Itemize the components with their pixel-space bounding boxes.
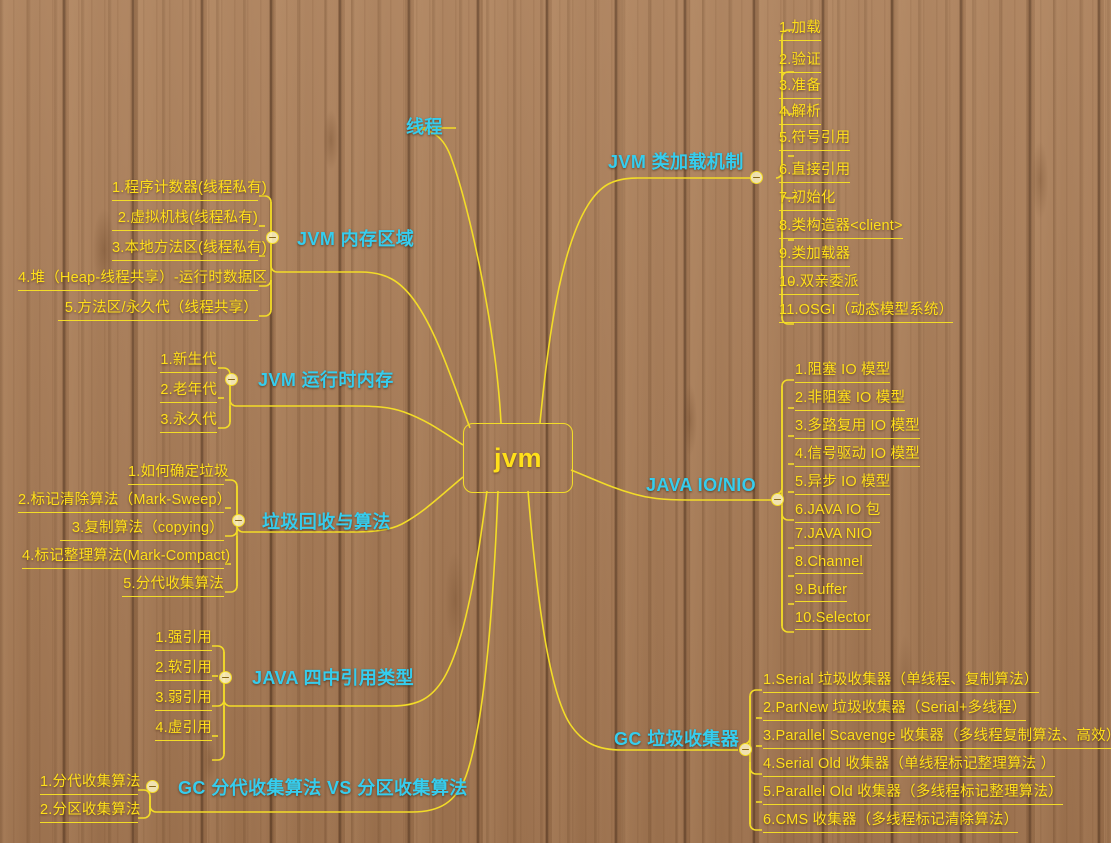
leaf-item[interactable]: 3.弱引用 <box>155 686 212 711</box>
collapse-toggle-java-io-nio[interactable] <box>771 493 784 506</box>
collapse-toggle-class-loading[interactable] <box>750 171 763 184</box>
branch-title-class-loading[interactable]: JVM 类加载机制 <box>608 148 744 174</box>
leaf-item[interactable]: 1.Serial 垃圾收集器（单线程、复制算法） <box>763 668 1039 693</box>
leaf-item[interactable]: 2.验证 <box>779 48 821 73</box>
leaf-item[interactable]: 3.永久代 <box>160 408 217 433</box>
leaf-item[interactable]: 4.信号驱动 IO 模型 <box>795 442 920 467</box>
leaf-item[interactable]: 7.初始化 <box>779 186 836 211</box>
leaf-item[interactable]: 1.强引用 <box>155 626 212 651</box>
leaf-item[interactable]: 5.方法区/永久代（线程共享） <box>58 296 258 321</box>
leaf-item[interactable]: 11.OSGI（动态模型系统） <box>779 298 954 323</box>
leaf-item[interactable]: 6.CMS 收集器（多线程标记清除算法） <box>763 808 1019 833</box>
leaf-item[interactable]: 5.分代收集算法 <box>122 572 224 597</box>
leaf-item[interactable]: 3.本地方法区(线程私有) <box>112 236 267 261</box>
leaf-item[interactable]: 5.Parallel Old 收集器（多线程标记整理算法） <box>763 780 1063 805</box>
leaf-item[interactable]: 1.加载 <box>779 16 821 41</box>
leaf-item[interactable]: 10.双亲委派 <box>779 270 859 295</box>
leaf-item[interactable]: 5.异步 IO 模型 <box>795 470 891 495</box>
leaf-item[interactable]: 9.类加载器 <box>779 242 851 267</box>
leaf-item[interactable]: 3.多路复用 IO 模型 <box>795 414 920 439</box>
leaf-item[interactable]: 2.虚拟机栈(线程私有) <box>112 206 258 231</box>
leaf-item[interactable]: 3.复制算法（copying） <box>60 516 224 541</box>
branch-title-runtime-memory[interactable]: JVM 运行时内存 <box>258 366 394 392</box>
leaf-item[interactable]: 4.Serial Old 收集器（单线程标记整理算法 ） <box>763 752 1056 777</box>
leaf-item[interactable]: 2.分区收集算法 <box>40 798 141 823</box>
leaf-item[interactable]: 4.标记整理算法(Mark-Compact) <box>22 544 230 569</box>
leaf-item[interactable]: 1.新生代 <box>160 348 217 373</box>
leaf-item[interactable]: 2.老年代 <box>160 378 217 403</box>
branch-title-java-io-nio[interactable]: JAVA IO/NIO <box>646 475 756 496</box>
leaf-item[interactable]: 2.标记清除算法（Mark-Sweep） <box>18 488 231 513</box>
leaf-item[interactable]: 3.准备 <box>779 74 821 99</box>
collapse-toggle-gc-collectors[interactable] <box>739 743 752 756</box>
leaf-item[interactable]: 6.直接引用 <box>779 158 851 183</box>
leaf-item[interactable]: 4.虚引用 <box>155 716 212 741</box>
branch-title-gc-algorithms[interactable]: 垃圾回收与算法 <box>262 508 391 534</box>
branch-title-memory-area[interactable]: JVM 内存区域 <box>297 225 414 251</box>
mindmap-canvas: jvm 线程 JVM 类加载机制 1.加载 2.验证 3.准备 4.解析 5.符… <box>0 0 1111 843</box>
leaf-item[interactable]: 4.堆（Heap-线程共享）-运行时数据区 <box>18 266 267 291</box>
leaf-item[interactable]: 9.Buffer <box>795 582 848 602</box>
leaf-item[interactable]: 2.非阻塞 IO 模型 <box>795 386 906 411</box>
branch-title-thread[interactable]: 线程 <box>406 113 443 139</box>
leaf-item[interactable]: 4.解析 <box>779 100 821 125</box>
leaf-item[interactable]: 8.类构造器<client> <box>779 214 903 239</box>
leaf-item[interactable]: 1.阻塞 IO 模型 <box>795 358 891 383</box>
leaf-item[interactable]: 7.JAVA NIO <box>795 526 873 546</box>
root-node[interactable]: jvm <box>463 423 573 493</box>
leaf-item[interactable]: 1.程序计数器(线程私有) <box>112 176 267 201</box>
leaf-item[interactable]: 5.符号引用 <box>779 126 851 151</box>
leaf-item[interactable]: 3.Parallel Scavenge 收集器（多线程复制算法、高效） <box>763 724 1111 749</box>
leaf-item[interactable]: 2.ParNew 垃圾收集器（Serial+多线程） <box>763 696 1027 721</box>
branch-title-reference-types[interactable]: JAVA 四中引用类型 <box>252 664 414 690</box>
collapse-toggle-memory-area[interactable] <box>266 231 279 244</box>
leaf-item[interactable]: 2.软引用 <box>155 656 212 681</box>
collapse-toggle-gc-generational-vs-partition[interactable] <box>146 780 159 793</box>
leaf-item[interactable]: 8.Channel <box>795 554 863 574</box>
leaf-item[interactable]: 6.JAVA IO 包 <box>795 498 881 523</box>
collapse-toggle-reference-types[interactable] <box>219 671 232 684</box>
leaf-item[interactable]: 1.如何确定垃圾 <box>128 460 229 485</box>
branch-title-gc-generational-vs-partition[interactable]: GC 分代收集算法 VS 分区收集算法 <box>178 774 468 800</box>
collapse-toggle-gc-algorithms[interactable] <box>232 514 245 527</box>
leaf-item[interactable]: 10.Selector <box>795 610 871 630</box>
branch-title-gc-collectors[interactable]: GC 垃圾收集器 <box>614 725 739 751</box>
root-label: jvm <box>493 442 543 473</box>
collapse-toggle-runtime-memory[interactable] <box>225 373 238 386</box>
leaf-item[interactable]: 1.分代收集算法 <box>40 770 141 795</box>
